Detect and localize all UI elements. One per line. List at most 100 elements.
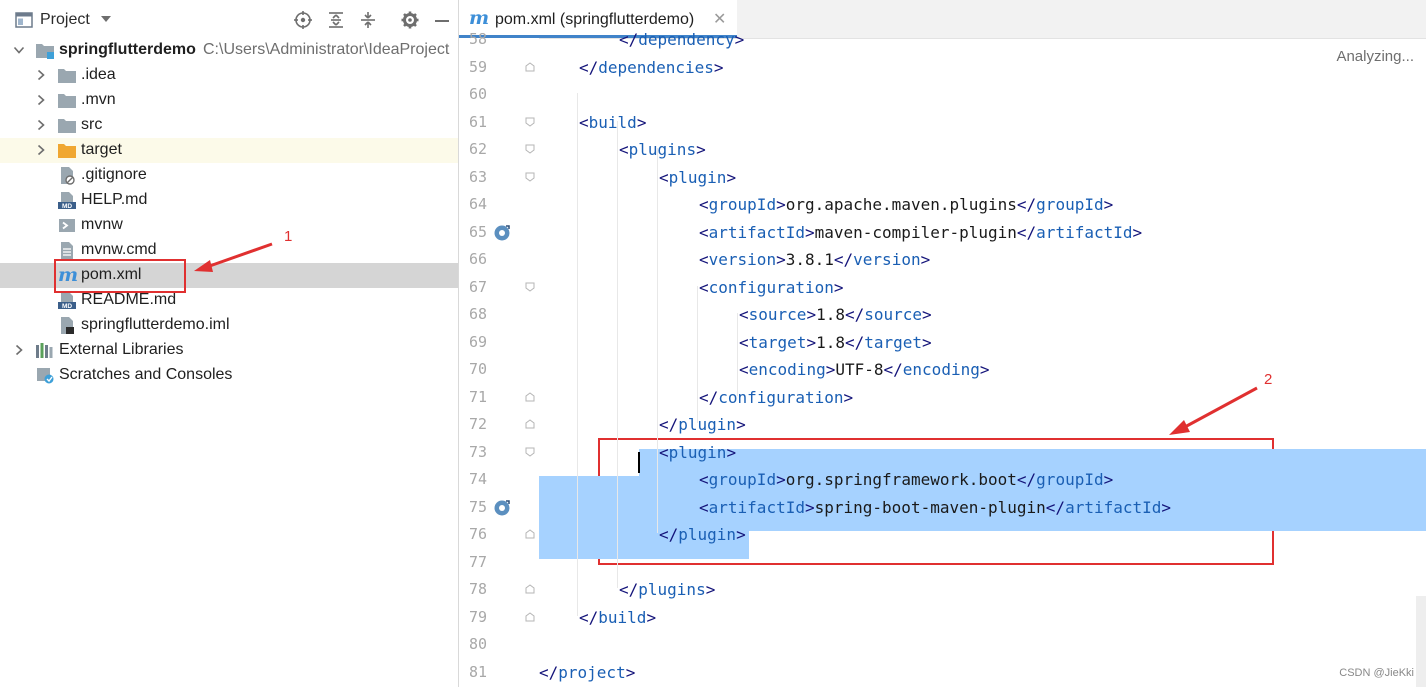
annotation-box-1 <box>54 259 186 293</box>
line-number: 74 <box>468 470 487 488</box>
chevron-right-icon[interactable] <box>35 69 47 81</box>
code-line: <plugin> <box>659 442 737 462</box>
gear-icon[interactable] <box>400 10 420 30</box>
line-number: 78 <box>468 580 487 598</box>
fold-marker-icon[interactable] <box>525 144 535 154</box>
fold-marker-icon[interactable] <box>525 447 535 457</box>
maven-gutter-icon[interactable] <box>493 499 511 517</box>
code-line: </build> <box>579 607 657 627</box>
tree-item-external-libraries[interactable]: External Libraries <box>0 338 458 363</box>
fold-marker-icon[interactable] <box>525 584 535 594</box>
tree-item-target[interactable]: target <box>0 138 458 163</box>
svg-text:MD: MD <box>62 203 72 210</box>
line-number: 68 <box>468 305 487 323</box>
tree-item-label: Scratches and Consoles <box>59 366 233 383</box>
line-number: 69 <box>468 332 487 351</box>
fold-marker-icon[interactable] <box>525 172 535 182</box>
chevron-right-icon[interactable] <box>35 119 47 131</box>
root-path: C:\Users\Administrator\IdeaProject <box>203 41 450 58</box>
fold-marker-icon[interactable] <box>525 419 535 429</box>
line-number: 63 <box>468 167 487 186</box>
fold-marker-icon[interactable] <box>525 391 535 402</box>
line-number: 58 <box>468 30 487 48</box>
line-number: 75 <box>468 497 487 516</box>
chevron-right-icon[interactable] <box>35 94 47 106</box>
watermark: CSDN @JieKki <box>1339 667 1414 679</box>
tree-item-gitignore[interactable]: .gitignore <box>0 163 458 188</box>
tree-item-scratches[interactable]: Scratches and Consoles <box>0 363 458 388</box>
libraries-icon <box>36 343 53 358</box>
project-panel-title[interactable]: Project <box>40 11 90 29</box>
root-name: springflutterdemo <box>59 41 196 58</box>
code-line: <encoding>UTF-8</encoding> <box>739 360 990 379</box>
script-file-icon <box>59 219 75 232</box>
code-line: </dependency> <box>619 30 745 49</box>
line-number: 62 <box>468 140 487 158</box>
fold-marker-icon[interactable] <box>525 529 535 539</box>
fold-marker-icon[interactable] <box>525 282 535 292</box>
tree-item-label: mvnw.cmd <box>81 241 157 258</box>
minimize-icon[interactable] <box>432 10 452 30</box>
text-file-icon <box>61 242 73 259</box>
code-line: <artifactId>spring-boot-maven-plugin</ar… <box>699 497 1172 517</box>
line-number: 64 <box>468 195 487 213</box>
locate-icon[interactable] <box>293 10 313 30</box>
line-number: 73 <box>468 442 487 461</box>
tree-item-label: src <box>81 116 103 133</box>
fold-marker-icon[interactable] <box>525 61 535 72</box>
tree-item-idea[interactable]: .idea <box>0 63 458 88</box>
svg-text:MD: MD <box>62 303 72 310</box>
tree-item-root[interactable]: springflutterdemo C:\Users\Administrator… <box>0 38 458 63</box>
expand-all-icon[interactable] <box>326 10 346 30</box>
folder-icon <box>58 94 76 108</box>
code-line: <version>3.8.1</version> <box>699 250 931 269</box>
tree-item-mvn[interactable]: .mvn <box>0 88 458 113</box>
tree-item-iml[interactable]: springflutterdemo.iml <box>0 313 458 338</box>
line-number: 66 <box>468 250 487 268</box>
collapse-all-icon[interactable] <box>358 10 378 30</box>
annotation-label-1: 1 <box>284 228 293 245</box>
tree-item-help-md[interactable]: MD HELP.md <box>0 188 458 213</box>
tree-item-label: target <box>81 141 122 158</box>
code-line: </configuration> <box>699 387 854 407</box>
code-line: <plugins> <box>619 140 706 159</box>
annotation-arrow-1 <box>194 242 273 272</box>
markdown-file-icon: MD <box>58 292 76 310</box>
project-view-icon[interactable] <box>14 10 34 30</box>
fold-marker-icon[interactable] <box>525 611 535 622</box>
chevron-down-icon[interactable] <box>99 12 113 26</box>
text-caret <box>638 451 640 473</box>
editor: m pom.xml (springflutterdemo) ✕ 58 59 60 61… <box>459 0 1426 687</box>
fold-marker-icon[interactable] <box>525 117 535 127</box>
line-number: 71 <box>468 387 487 406</box>
indent-guide <box>617 120 618 588</box>
project-panel: Project springflutterdemo C:\Users\Admin… <box>0 0 459 687</box>
maven-gutter-icon[interactable] <box>493 224 511 242</box>
chevron-down-icon[interactable] <box>13 44 25 56</box>
indent-guide <box>657 148 658 533</box>
code-line: </plugin> <box>659 525 746 544</box>
line-number: 59 <box>468 57 487 76</box>
tree-item-label: mvnw <box>81 216 123 233</box>
line-number: 65 <box>468 222 487 241</box>
close-icon[interactable]: ✕ <box>713 9 726 29</box>
line-number: 61 <box>468 112 487 131</box>
code-line: </plugins> <box>619 580 716 599</box>
tree-item-src[interactable]: src <box>0 113 458 138</box>
tree-item-label: .idea <box>81 66 116 83</box>
line-number: 72 <box>468 415 487 433</box>
tree-item-mvnw[interactable]: mvnw <box>0 213 458 238</box>
tree-item-label: README.md <box>81 291 177 308</box>
indent-guide <box>737 313 738 396</box>
project-panel-header: Project <box>0 0 458 40</box>
code-line: </project> <box>539 662 636 682</box>
chevron-right-icon[interactable] <box>13 344 25 356</box>
scratches-icon <box>37 368 54 384</box>
code-line: <groupId>org.springframework.boot</group… <box>699 470 1114 489</box>
tree-item-label: .mvn <box>81 91 116 108</box>
indent-guide <box>697 285 698 423</box>
chevron-right-icon[interactable] <box>35 144 47 156</box>
scrollbar-thumb[interactable] <box>1416 596 1426 687</box>
tree-item-label: External Libraries <box>59 341 184 358</box>
code-line: <groupId>org.apache.maven.plugins</group… <box>699 195 1114 214</box>
